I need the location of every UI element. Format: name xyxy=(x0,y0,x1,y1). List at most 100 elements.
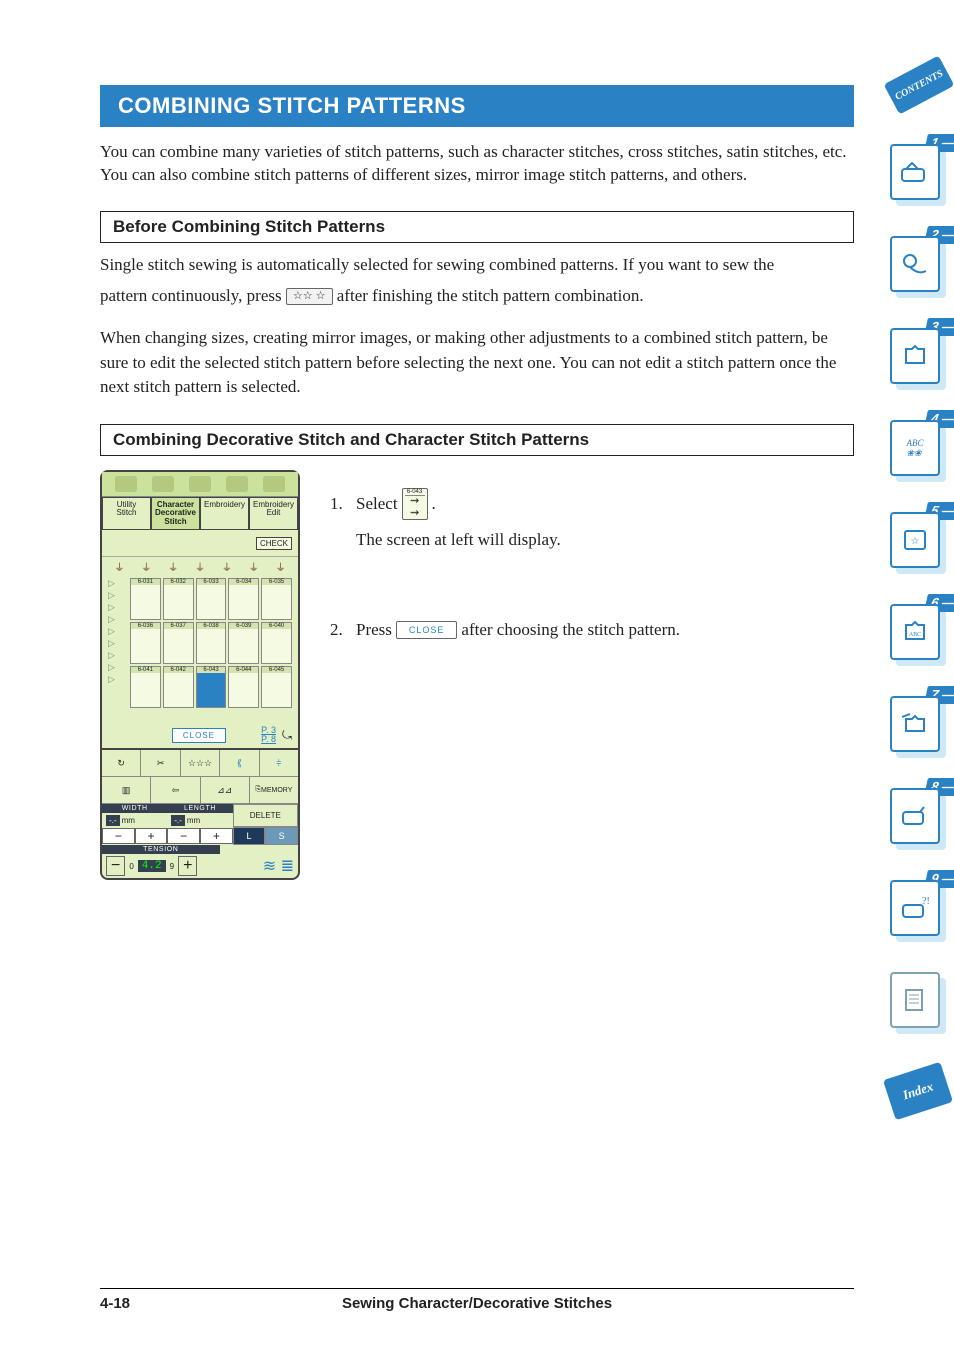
step-1-followup: The screen at left will display. xyxy=(356,530,854,550)
tab-chapter-4[interactable]: 4 — ABC❀❀ xyxy=(890,420,946,482)
check-button[interactable]: CHECK xyxy=(256,537,292,550)
tab-chapter-5[interactable]: 5 — ☆ xyxy=(890,512,946,574)
stitch-6-039[interactable]: 6-039 xyxy=(228,622,259,664)
stitch-preview-icon: ≋ ≣ xyxy=(263,856,294,876)
tab-chapter-7[interactable]: 7 — xyxy=(890,696,946,758)
stitch-6-031[interactable]: 6-031 xyxy=(130,578,161,620)
body-1b-post: after finishing the stitch pattern combi… xyxy=(337,286,644,305)
body-para-2: When changing sizes, creating mirror ima… xyxy=(100,326,854,400)
hook-icon: ⏚ xyxy=(242,559,265,574)
length-minus[interactable]: − xyxy=(167,828,200,844)
hook-icon: ⏚ xyxy=(108,559,131,574)
tab-index[interactable]: Index xyxy=(890,1064,946,1126)
tab-chapter-2[interactable]: 2 — xyxy=(890,236,946,298)
close-button-inline: CLOSE xyxy=(396,621,458,639)
intro-paragraph: You can combine many varieties of stitch… xyxy=(100,141,854,187)
rotate-icon[interactable]: ↻ xyxy=(102,750,141,776)
subheading-before-combining: Before Combining Stitch Patterns xyxy=(100,211,854,243)
tab-chapter-3[interactable]: 3 — xyxy=(890,328,946,390)
page-footer: 4-18 Sewing Character/Decorative Stitche… xyxy=(100,1288,854,1312)
mirror-v-icon[interactable]: ⟪ xyxy=(220,750,259,776)
tension-minus[interactable]: − xyxy=(106,856,125,876)
menu-icon xyxy=(263,476,285,492)
foot-icon xyxy=(115,476,137,492)
section-heading: COMBINING STITCH PATTERNS xyxy=(100,85,854,127)
preview-column: ▷▷▷▷▷▷▷▷▷ xyxy=(108,578,128,720)
size-L[interactable]: L xyxy=(233,827,266,845)
stitch-6-037[interactable]: 6-037 xyxy=(163,622,194,664)
cut-icon[interactable]: ✂ xyxy=(141,750,180,776)
lcd-close-button[interactable]: CLOSE xyxy=(172,728,226,743)
stitch-6-035[interactable]: 6-035 xyxy=(261,578,292,620)
side-tabs: CONTENTS 1 — 2 — 3 — 4 — ABC❀❀ 5 — ☆ 6 —… xyxy=(890,60,954,1126)
needle-icon xyxy=(152,476,174,492)
tension-label: TENSION xyxy=(102,845,220,854)
help-icon xyxy=(189,476,211,492)
lcd-tabs: Utility Stitch Character Decorative Stit… xyxy=(102,497,298,530)
hook-icon: ⏚ xyxy=(135,559,158,574)
tab-contents[interactable]: CONTENTS xyxy=(890,60,946,114)
svg-text:☆: ☆ xyxy=(911,536,920,547)
stitch-6-042[interactable]: 6-042 xyxy=(163,666,194,708)
memory-button[interactable]: ⎘MEMORY xyxy=(250,777,298,803)
lcd-topbar xyxy=(102,472,298,497)
page-scroll-icon[interactable]: ⤿ xyxy=(282,728,292,743)
body-1b-pre: pattern continuously, press xyxy=(100,286,286,305)
continuous-sew-button-icon: ☆☆ ☆ xyxy=(286,288,333,305)
thread-icon xyxy=(157,534,202,552)
svg-text:?!: ?! xyxy=(922,896,930,907)
stitch-6-044[interactable]: 6-044 xyxy=(228,666,259,708)
lcd-hook-row: ⏚⏚⏚⏚⏚⏚⏚ xyxy=(102,557,298,576)
needle-pos-icon xyxy=(108,534,153,552)
width-minus[interactable]: − xyxy=(102,828,135,844)
lcd-screenshot: Utility Stitch Character Decorative Stit… xyxy=(100,470,300,880)
direction-icon[interactable]: ⇦ xyxy=(151,777,200,803)
tab-embroidery-edit[interactable]: Embroidery Edit xyxy=(249,497,298,530)
lcd-page-indicator: P. 3P. 8 xyxy=(261,726,276,744)
step-1: 1. Select 6-043 ⇝⇝ . xyxy=(330,488,854,520)
stitch-6-043[interactable]: 6-043 xyxy=(196,666,227,708)
size-S[interactable]: S xyxy=(265,827,298,845)
hook-icon: ⏚ xyxy=(215,559,238,574)
tension-value: 4.2 xyxy=(138,860,166,872)
hook-icon: ⏚ xyxy=(269,559,292,574)
footer-title: Sewing Character/Decorative Stitches xyxy=(100,1295,854,1312)
tab-utility[interactable]: Utility Stitch xyxy=(102,497,151,530)
tab-blank[interactable] xyxy=(890,972,946,1034)
length-label: LENGTH xyxy=(167,804,232,813)
stitch-grid: ▷▷▷▷▷▷▷▷▷ 6-031 6-032 6-033 6-034 6-035 … xyxy=(102,576,298,722)
hook-icon: ⏚ xyxy=(162,559,185,574)
body-para-1a: Single stitch sewing is automatically se… xyxy=(100,253,854,278)
tab-chapter-6[interactable]: 6 — ABC xyxy=(890,604,946,666)
body-para-1b: pattern continuously, press ☆☆ ☆ after f… xyxy=(100,284,854,309)
repeat-icon[interactable]: ☆☆☆ xyxy=(181,750,220,776)
stitch-6-040[interactable]: 6-040 xyxy=(261,622,292,664)
tab-chapter-8[interactable]: 8 — xyxy=(890,788,946,850)
svg-text:ABC: ABC xyxy=(909,632,921,638)
tab-chapter-9[interactable]: 9 — ?! xyxy=(890,880,946,942)
density-icon[interactable]: ▥ xyxy=(102,777,151,803)
stitch-6-045[interactable]: 6-045 xyxy=(261,666,292,708)
step-2: 2. Press CLOSE after choosing the stitch… xyxy=(330,620,854,640)
lcd-status-row: CHECK xyxy=(102,530,298,557)
flip-icon[interactable]: ⊿⊿ xyxy=(201,777,250,803)
mirror-h-icon[interactable]: ⫩ xyxy=(260,750,298,776)
machine-icon xyxy=(226,476,248,492)
length-plus[interactable]: + xyxy=(200,828,233,844)
stitch-6-038[interactable]: 6-038 xyxy=(196,622,227,664)
hook-icon: ⏚ xyxy=(189,559,212,574)
tension-plus[interactable]: + xyxy=(178,856,197,876)
subheading-combining-decorative: Combining Decorative Stitch and Characte… xyxy=(100,424,854,456)
tab-chapter-1[interactable]: 1 — xyxy=(890,144,946,206)
stitch-6-041[interactable]: 6-041 xyxy=(130,666,161,708)
stitch-6-036[interactable]: 6-036 xyxy=(130,622,161,664)
stitch-6-033[interactable]: 6-033 xyxy=(196,578,227,620)
stitch-6-034[interactable]: 6-034 xyxy=(228,578,259,620)
width-plus[interactable]: + xyxy=(135,828,168,844)
delete-button[interactable]: DELETE xyxy=(233,804,298,827)
tab-character-decorative[interactable]: Character Decorative Stitch xyxy=(151,497,200,530)
tab-embroidery[interactable]: Embroidery xyxy=(200,497,249,530)
width-label: WIDTH xyxy=(102,804,167,813)
stitch-6-032[interactable]: 6-032 xyxy=(163,578,194,620)
select-stitch-button: 6-043 ⇝⇝ xyxy=(402,488,428,520)
